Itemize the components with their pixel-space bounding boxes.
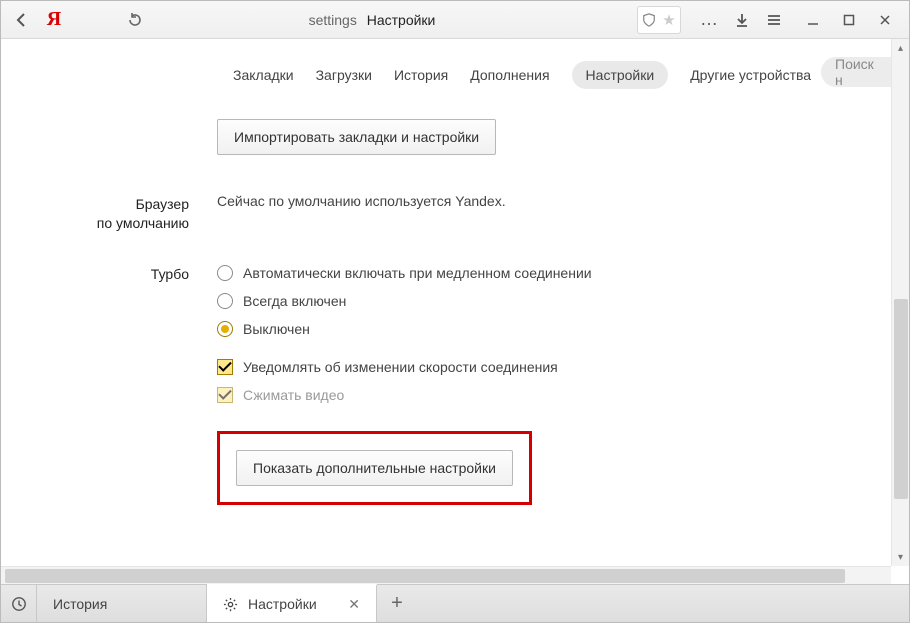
option-label: Автоматически включать при медленном сое… — [243, 265, 592, 281]
page-content: Поиск н Закладки Загрузки История Дополн… — [1, 39, 909, 584]
settings-search-input[interactable]: Поиск н — [821, 57, 891, 87]
turbo-label: Турбо — [1, 263, 217, 284]
checkbox-icon — [217, 387, 233, 403]
radio-icon — [217, 265, 233, 281]
window-maximize-button[interactable] — [831, 6, 867, 34]
checkbox-icon — [217, 359, 233, 375]
horizontal-scrollbar[interactable] — [1, 566, 891, 584]
tab-label: История — [53, 596, 107, 612]
import-row: Импортировать закладки и настройки — [1, 119, 909, 155]
nav-history[interactable]: История — [394, 67, 448, 83]
default-browser-row: Браузер по умолчанию Сейчас по умолчанию… — [1, 193, 909, 233]
history-clock-button[interactable] — [1, 585, 37, 622]
option-label: Всегда включен — [243, 293, 346, 309]
turbo-compress-checkbox: Сжимать видео — [217, 387, 909, 403]
nav-settings[interactable]: Настройки — [572, 61, 669, 89]
search-placeholder: Поиск н — [835, 57, 877, 87]
address-bar[interactable]: settings Настройки — [121, 6, 623, 34]
window-close-button[interactable] — [867, 6, 903, 34]
tab-label: Настройки — [248, 596, 317, 612]
turbo-option-auto[interactable]: Автоматически включать при медленном сое… — [217, 265, 909, 281]
vertical-scrollbar[interactable]: ▴ ▾ — [891, 39, 909, 566]
site-security-badge[interactable]: ★ — [637, 6, 681, 34]
yandex-logo-icon[interactable]: Я — [39, 6, 69, 34]
more-button[interactable]: … — [695, 6, 725, 34]
settings-nav: Закладки Загрузки История Дополнения Нас… — [1, 39, 909, 105]
nav-back-button[interactable] — [7, 6, 37, 34]
nav-bookmarks[interactable]: Закладки — [233, 67, 294, 83]
turbo-notify-checkbox[interactable]: Уведомлять об изменении скорости соедине… — [217, 359, 909, 375]
scroll-thumb[interactable] — [5, 569, 845, 583]
downloads-button[interactable] — [727, 6, 757, 34]
checkbox-label: Уведомлять об изменении скорости соедине… — [243, 359, 558, 375]
tab-history[interactable]: История — [37, 585, 207, 622]
scroll-thumb[interactable] — [894, 299, 908, 499]
gear-icon — [223, 597, 238, 612]
turbo-option-always[interactable]: Всегда включен — [217, 293, 909, 309]
bookmark-star-icon[interactable]: ★ — [662, 11, 675, 29]
shield-icon — [642, 13, 656, 27]
advanced-settings-highlight: Показать дополнительные настройки — [217, 431, 532, 505]
turbo-option-off[interactable]: Выключен — [217, 321, 909, 337]
default-browser-label: Браузер по умолчанию — [1, 193, 217, 233]
nav-downloads[interactable]: Загрузки — [316, 67, 372, 83]
address-prefix: settings — [309, 12, 357, 28]
radio-icon — [217, 321, 233, 337]
checkbox-label: Сжимать видео — [243, 387, 344, 403]
nav-other-devices[interactable]: Другие устройства — [690, 67, 811, 83]
browser-toolbar: Я settings Настройки ★ … — [1, 1, 909, 39]
default-browser-status: Сейчас по умолчанию используется Yandex. — [217, 193, 506, 209]
radio-icon — [217, 293, 233, 309]
address-text: settings Настройки — [309, 12, 436, 28]
turbo-radio-group: Автоматически включать при медленном сое… — [217, 265, 909, 337]
tab-close-button[interactable]: ✕ — [348, 596, 360, 613]
turbo-row: Турбо Автоматически включать при медленн… — [1, 263, 909, 505]
menu-button[interactable] — [759, 6, 789, 34]
tab-settings[interactable]: Настройки ✕ — [207, 584, 377, 622]
new-tab-button[interactable]: + — [377, 585, 417, 622]
nav-addons[interactable]: Дополнения — [470, 67, 549, 83]
address-title: Настройки — [367, 12, 436, 28]
scroll-up-icon[interactable]: ▴ — [892, 39, 909, 57]
window-minimize-button[interactable] — [795, 6, 831, 34]
option-label: Выключен — [243, 321, 310, 337]
show-advanced-button[interactable]: Показать дополнительные настройки — [236, 450, 513, 486]
tab-strip: История Настройки ✕ + — [1, 584, 909, 622]
reload-icon[interactable] — [127, 12, 143, 28]
scroll-down-icon[interactable]: ▾ — [892, 548, 909, 566]
import-bookmarks-button[interactable]: Импортировать закладки и настройки — [217, 119, 496, 155]
